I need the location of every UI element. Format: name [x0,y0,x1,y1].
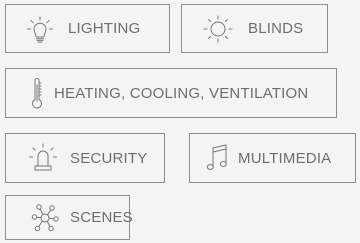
security-label: SECURITY [70,149,148,167]
lighting-button[interactable]: LIGHTING [5,4,170,53]
sun-icon [200,14,236,44]
security-button[interactable]: SECURITY [5,133,165,183]
hvac-label: HEATING, COOLING, VENTILATION [54,84,309,102]
lighting-label: LIGHTING [68,20,141,37]
music-note-icon [206,143,228,173]
scenes-label: SCENES [70,209,133,226]
multimedia-button[interactable]: MULTIMEDIA [189,133,356,183]
alarm-beacon-icon [28,142,58,174]
scenes-button[interactable]: SCENES [5,195,133,240]
blinds-label: BLINDS [248,20,304,37]
blinds-button[interactable]: BLINDS [181,4,328,53]
hvac-button[interactable]: HEATING, COOLING, VENTILATION [5,68,337,118]
lightbulb-icon [26,14,54,44]
multimedia-label: MULTIMEDIA [238,149,332,167]
scenes-network-icon [30,203,60,233]
thermometer-icon [30,77,44,109]
